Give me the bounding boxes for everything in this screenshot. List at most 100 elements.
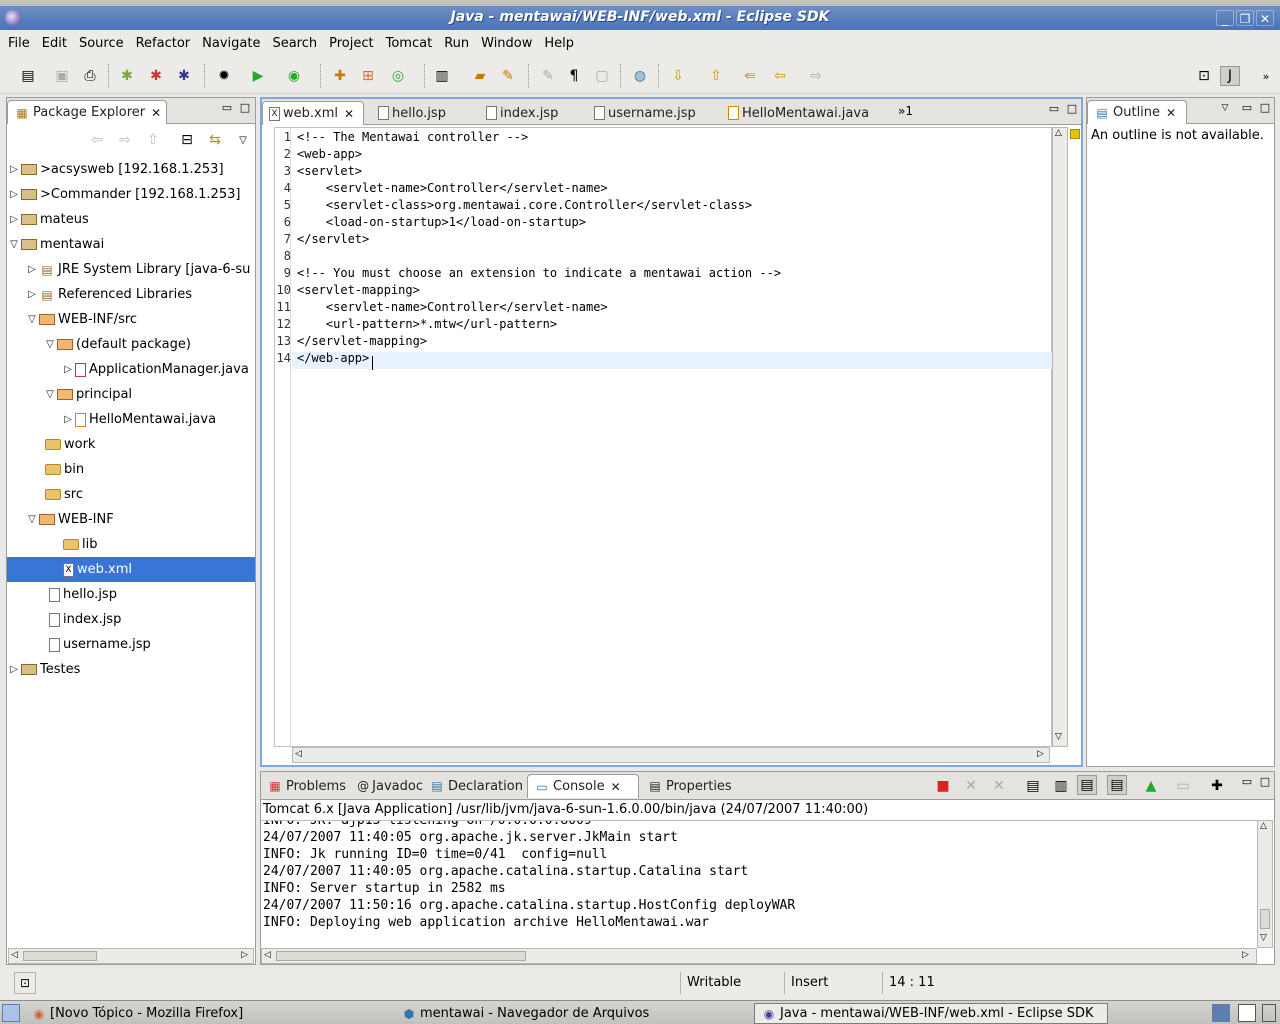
code-editor[interactable]: 1 <!-- The Mentawai controller --> 2 <web-a… — [274, 127, 1052, 747]
view-menu-icon[interactable]: ▽ — [233, 130, 253, 150]
editor-vscrollbar[interactable]: △ ▽ — [1052, 127, 1068, 747]
open-console-icon[interactable]: ✚ — [1207, 776, 1227, 796]
restart-tomcat-icon[interactable]: ✱ — [174, 66, 194, 86]
menu-help[interactable]: Help — [540, 36, 582, 51]
scroll-up-icon[interactable]: △ — [1260, 821, 1267, 831]
menu-run[interactable]: Run — [440, 36, 477, 51]
new-icon[interactable]: ▤ — [18, 66, 38, 86]
workspace-3-icon[interactable] — [1262, 1004, 1276, 1022]
console-vscrollbar[interactable]: △ ▽ — [1257, 820, 1273, 948]
menu-project[interactable]: Project — [325, 36, 381, 51]
scroll-up-icon[interactable]: △ — [1055, 128, 1062, 138]
menu-search[interactable]: Search — [268, 36, 325, 51]
editor-hscrollbar[interactable]: ◁ ▷ — [292, 747, 1050, 763]
tree-item[interactable]: bin — [31, 457, 255, 482]
scroll-right-icon[interactable]: ▷ — [1037, 749, 1044, 759]
back-icon[interactable]: ⇦ — [770, 66, 790, 86]
scroll-down-icon[interactable]: ▽ — [1260, 933, 1267, 943]
menu-tomcat[interactable]: Tomcat — [382, 36, 441, 51]
tree-item[interactable]: lib — [49, 532, 255, 557]
up-icon[interactable]: ⇧ — [143, 130, 163, 150]
start-tomcat-icon[interactable]: ✱ — [117, 66, 137, 86]
tab-package-explorer[interactable]: ▦ Package Explorer ✕ — [7, 100, 167, 124]
minimize-view-icon[interactable]: ▭ — [1241, 102, 1253, 115]
back-icon[interactable]: ⇦ — [87, 130, 107, 150]
new-package-icon[interactable]: ⊞ — [358, 66, 378, 86]
tree-item[interactable]: ▽ (default package) — [43, 332, 255, 357]
minimize-view-icon[interactable]: ▭ — [1241, 776, 1253, 789]
block-selection-icon[interactable]: ▢ — [592, 66, 612, 86]
scrollbar-thumb[interactable] — [276, 951, 526, 961]
maximize-view-icon[interactable]: □ — [239, 102, 251, 115]
taskbar-firefox[interactable]: ◉ [Novo Tópico - Mozilla Firefox] — [24, 1003, 394, 1024]
run-icon[interactable]: ▶ — [248, 66, 268, 86]
tree-item[interactable]: ▽ principal — [43, 382, 255, 407]
last-edit-location-icon[interactable]: ⇚ — [740, 66, 760, 86]
package-explorer-hscrollbar[interactable]: ◁ ▷ — [8, 948, 254, 964]
tree-item[interactable]: ▷ ApplicationManager.java — [61, 357, 255, 382]
scroll-right-icon[interactable]: ▷ — [1242, 950, 1249, 960]
view-menu-icon[interactable]: ▽ — [1219, 103, 1231, 115]
tree-item[interactable]: ▽ WEB-INF — [25, 507, 255, 532]
close-icon[interactable]: ✕ — [344, 107, 354, 121]
debug-icon[interactable]: ✹ — [214, 66, 234, 86]
tree-item[interactable]: work — [31, 432, 255, 457]
maximize-view-icon[interactable]: □ — [1259, 776, 1271, 789]
previous-annotation-icon[interactable]: ⇧ — [706, 66, 726, 86]
overview-warning-marker[interactable] — [1070, 129, 1080, 139]
console-hscrollbar[interactable]: ◁ ▷ — [261, 948, 1257, 964]
forward-icon[interactable]: ⇨ — [115, 130, 135, 150]
minimize-view-icon[interactable]: ▭ — [1048, 103, 1060, 116]
close-icon[interactable]: ✕ — [151, 106, 161, 120]
more-perspectives-icon[interactable]: » — [1256, 66, 1276, 86]
expanded-arrow-icon[interactable]: ▽ — [43, 339, 57, 350]
show-on-output-icon[interactable]: ▤ — [1077, 775, 1097, 795]
tab-hellomentawai-java[interactable]: HelloMentawai.java — [722, 101, 892, 125]
pin-console-icon[interactable]: ▲ — [1141, 776, 1161, 796]
close-icon[interactable]: ✕ — [611, 780, 621, 794]
tab-console[interactable]: ▭ Console ✕ — [527, 774, 639, 798]
scroll-left-icon[interactable]: ◁ — [295, 749, 302, 759]
taskbar-file-browser[interactable]: ⬢ mentawai - Navegador de Arquivos — [394, 1003, 750, 1024]
new-java-project-icon[interactable]: ✚ — [330, 66, 350, 86]
collapsed-arrow-icon[interactable]: ▷ — [61, 414, 75, 425]
tree-item[interactable]: index.jsp — [35, 607, 255, 632]
tab-declaration[interactable]: ▤ Declaration — [423, 774, 527, 798]
forward-icon[interactable]: ⇨ — [806, 66, 826, 86]
print-icon[interactable]: ⎙ — [80, 66, 100, 86]
collapsed-arrow-icon[interactable]: ▷ — [7, 164, 21, 175]
show-whitespace-icon[interactable]: ¶ — [564, 66, 584, 86]
display-console-icon[interactable]: ▭ — [1173, 776, 1193, 796]
workspace-2-icon[interactable] — [1238, 1004, 1256, 1022]
collapsed-arrow-icon[interactable]: ▷ — [61, 364, 75, 375]
expanded-arrow-icon[interactable]: ▽ — [25, 514, 39, 525]
link-with-editor-icon[interactable]: ⇆ — [205, 130, 225, 150]
collapsed-arrow-icon[interactable]: ▷ — [25, 264, 39, 275]
java-perspective-icon[interactable]: J — [1220, 66, 1240, 86]
tab-properties[interactable]: ▤ Properties — [641, 774, 741, 798]
next-annotation-icon[interactable]: ⇩ — [668, 66, 688, 86]
tab-web-xml[interactable]: X web.xml ✕ — [262, 101, 364, 125]
menu-navigate[interactable]: Navigate — [198, 36, 268, 51]
tree-item[interactable]: ▷ >Commander [192.168.1.253] — [7, 182, 255, 207]
terminate-icon[interactable]: ■ — [933, 776, 953, 796]
maximize-window-button[interactable]: ❐ — [1236, 10, 1254, 26]
collapsed-arrow-icon[interactable]: ▷ — [7, 214, 21, 225]
tab-overflow-indicator[interactable]: »1 — [898, 104, 913, 118]
menu-file[interactable]: File — [4, 36, 38, 51]
scrollbar-thumb[interactable] — [1260, 909, 1270, 929]
open-perspective-icon[interactable]: ⊡ — [1194, 66, 1214, 86]
minimize-window-button[interactable]: _ — [1216, 10, 1234, 26]
tree-item[interactable]: ▷ >acsysweb [192.168.1.253] — [7, 157, 255, 182]
collapse-all-icon[interactable]: ⊟ — [177, 130, 197, 150]
close-window-button[interactable]: ✕ — [1256, 10, 1274, 26]
minimize-view-icon[interactable]: ▭ — [221, 102, 233, 115]
menu-edit[interactable]: Edit — [38, 36, 75, 51]
remove-all-terminated-icon[interactable]: ✕ — [989, 776, 1009, 796]
tree-item[interactable]: ▷ Testes — [7, 657, 255, 682]
console-output[interactable]: INFO: JK: ajp13 listening on /0.0.0.0:80… — [261, 820, 1257, 948]
scrollbar-thumb[interactable] — [23, 951, 97, 961]
scroll-right-icon[interactable]: ▷ — [241, 950, 248, 960]
search-icon[interactable]: ✎ — [498, 66, 518, 86]
maximize-view-icon[interactable]: □ — [1066, 103, 1078, 116]
